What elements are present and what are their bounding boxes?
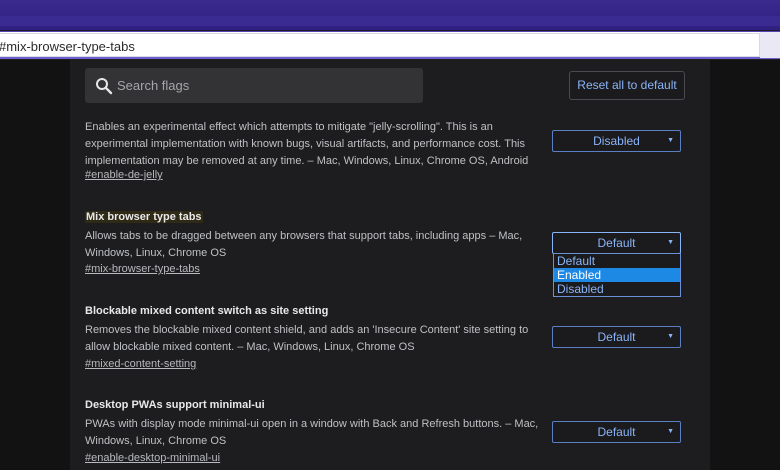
- flag-link-mix-browser-type-tabs[interactable]: #mix-browser-type-tabs: [85, 263, 200, 275]
- flag-description-de-jelly: Enables an experimental effect which att…: [85, 121, 529, 167]
- flag-description-mixed-content-setting: Removes the blockable mixed content shie…: [85, 324, 529, 353]
- flag-select-mix-browser-type-tabs[interactable]: Default ▼: [552, 232, 681, 254]
- flag-title-mixed-content-setting: Blockable mixed content switch as site s…: [85, 305, 329, 317]
- search-icon: [96, 78, 113, 95]
- select-value: Default: [597, 236, 636, 250]
- select-value: Default: [597, 425, 636, 439]
- flag-select-mixed-content-setting[interactable]: Default ▼: [552, 326, 681, 348]
- flag-select-de-jelly[interactable]: Disabled ▼: [552, 130, 681, 152]
- address-bar[interactable]: #mix-browser-type-tabs: [0, 31, 780, 59]
- flag-link-mixed-content-setting[interactable]: #mixed-content-setting: [85, 358, 196, 370]
- caret-down-icon: ▼: [667, 137, 674, 144]
- select-dropdown-list[interactable]: Default Enabled Disabled: [553, 253, 681, 297]
- caret-down-icon: ▼: [667, 428, 674, 435]
- omnibox[interactable]: #mix-browser-type-tabs: [0, 33, 760, 57]
- select-value: Default: [597, 330, 636, 344]
- tab-strip: [0, 16, 780, 26]
- flag-select-desktop-minimal-ui[interactable]: Default ▼: [552, 421, 681, 443]
- caret-down-icon: ▼: [667, 333, 674, 340]
- select-value: Disabled: [593, 134, 640, 148]
- option-default[interactable]: Default: [554, 254, 680, 268]
- browser-frame: [0, 0, 780, 30]
- flag-link-de-jelly[interactable]: #enable-de-jelly: [85, 169, 163, 181]
- flag-title-mix-browser-type-tabs: Mix browser type tabs: [85, 211, 203, 223]
- flag-link-desktop-minimal-ui[interactable]: #enable-desktop-minimal-ui: [85, 452, 220, 464]
- search-input[interactable]: [117, 70, 407, 101]
- caret-down-icon: ▼: [667, 239, 674, 246]
- flag-description-desktop-minimal-ui: PWAs with display mode minimal-ui open i…: [85, 418, 539, 447]
- address-bar-edge: [760, 32, 780, 58]
- option-enabled[interactable]: Enabled: [554, 268, 680, 282]
- flag-title-desktop-minimal-ui: Desktop PWAs support minimal-ui: [85, 399, 265, 411]
- url-text: #mix-browser-type-tabs: [0, 39, 135, 54]
- flag-description-mix-browser-type-tabs: Allows tabs to be dragged between any br…: [85, 230, 523, 259]
- reset-all-button[interactable]: Reset all to default: [569, 71, 685, 100]
- option-disabled[interactable]: Disabled: [554, 282, 680, 296]
